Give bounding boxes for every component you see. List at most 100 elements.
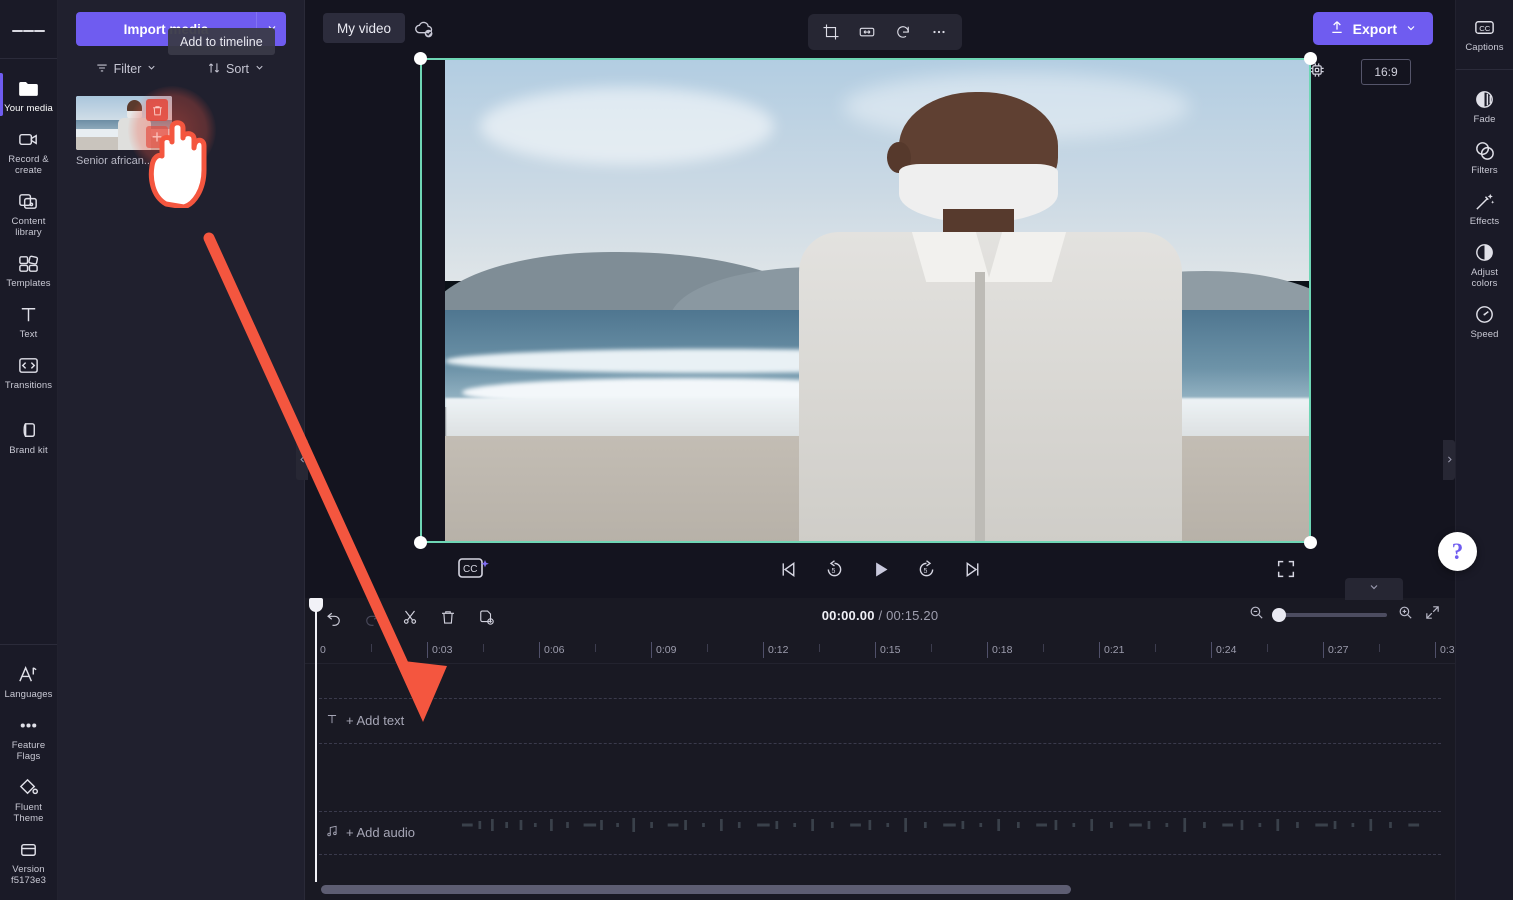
sidebar-item-text[interactable]: Text <box>0 295 58 346</box>
property-item-fade[interactable]: Fade <box>1456 80 1513 131</box>
video-preview[interactable] <box>414 52 1317 549</box>
ruler-tick-label: 0:27 <box>1328 644 1349 656</box>
sidebar-label-fluent-theme: Fluent Theme <box>13 802 44 824</box>
sidebar-label-record-create: Record & create <box>8 154 49 176</box>
transitions-icon <box>16 353 42 377</box>
forward-5-icon[interactable]: 5 <box>913 556 939 582</box>
rotate-icon[interactable] <box>888 18 918 46</box>
add-audio-button[interactable]: + Add audio <box>325 824 415 841</box>
ruler-tick-label: 0:09 <box>656 644 677 656</box>
media-panel-collapse-button[interactable] <box>296 440 308 480</box>
play-icon[interactable] <box>867 556 893 582</box>
playhead-knob[interactable] <box>309 598 323 612</box>
fit-width-icon[interactable] <box>852 18 882 46</box>
menu-icon[interactable] <box>11 14 46 48</box>
timeline-scrollbar-track[interactable] <box>313 885 1447 894</box>
rewind-5-icon[interactable]: 5 <box>821 556 847 582</box>
chevron-down-icon <box>254 62 265 76</box>
plus-icon[interactable]: + <box>146 126 168 148</box>
media-card[interactable]: + Senior african... <box>76 96 172 167</box>
ruler-tick-label: 0:18 <box>992 644 1013 656</box>
media-grid: + Senior african... <box>58 82 304 167</box>
scene-subject <box>791 91 1189 543</box>
add-text-label: + Add text <box>346 713 405 728</box>
property-item-effects[interactable]: Effects <box>1456 182 1513 233</box>
preview-stage: My video Export 16:9 CC 5 5 <box>305 0 1455 600</box>
project-title-tab[interactable]: My video <box>323 13 406 43</box>
ruler-tick <box>1435 642 1436 658</box>
zoom-in-icon[interactable] <box>1397 604 1414 626</box>
filter-button[interactable]: Filter <box>74 56 178 82</box>
playhead[interactable] <box>309 598 323 882</box>
audio-track[interactable]: + Add audio <box>305 811 1455 855</box>
sidebar-label-your-media: Your media <box>4 103 53 114</box>
zoom-slider-thumb[interactable] <box>1272 608 1286 622</box>
sidebar-item-feature-flags[interactable]: Feature Flags <box>0 706 58 768</box>
sidebar-item-content-library[interactable]: Content library <box>0 182 58 244</box>
sidebar-item-transitions[interactable]: Transitions <box>0 346 58 397</box>
ruler-tick-label: 0 <box>320 644 326 656</box>
right-panel-collapse-button[interactable] <box>1443 440 1455 480</box>
theme-drop-icon <box>16 775 42 799</box>
fit-timeline-icon[interactable] <box>1424 604 1441 626</box>
folder-icon <box>16 76 42 100</box>
stage-collapse-button[interactable] <box>1345 578 1403 600</box>
text-t-icon <box>325 712 339 729</box>
resize-handle-top-right[interactable] <box>1304 52 1317 65</box>
timeline-scrollbar-thumb[interactable] <box>321 885 1071 894</box>
fade-icon <box>1472 87 1498 111</box>
timeline-zoom-slider[interactable] <box>1272 608 1387 622</box>
player-controls-bar: CC 5 5 <box>305 548 1455 592</box>
property-item-captions[interactable]: CC Captions <box>1456 8 1513 59</box>
speedometer-icon <box>1472 302 1498 326</box>
property-item-speed[interactable]: Speed <box>1456 295 1513 346</box>
add-text-button[interactable]: + Add text <box>325 712 404 729</box>
preview-float-toolbar <box>808 14 962 50</box>
sort-button[interactable]: Sort <box>184 56 288 82</box>
sidebar-item-brand-kit[interactable]: Brand kit <box>0 411 58 462</box>
export-button[interactable]: Export <box>1312 12 1433 45</box>
sidebar-label-feature-flags: Feature Flags <box>11 740 46 762</box>
text-track[interactable]: + Add text <box>305 698 1455 744</box>
language-icon <box>16 662 42 686</box>
chevron-down-icon <box>1368 580 1380 598</box>
sidebar-label-version: Version f5173e3 <box>10 864 47 886</box>
aspect-ratio-badge[interactable]: 16:9 <box>1361 59 1411 85</box>
timeline-ruler[interactable]: 0 0:03 0:06 0:09 0:12 0:15 0:18 0:21 0:24 0:27 0:3 <box>305 636 1455 664</box>
trash-icon[interactable] <box>146 99 168 121</box>
skip-previous-icon[interactable] <box>775 556 801 582</box>
ruler-tick-minor <box>1155 644 1156 652</box>
property-item-filters[interactable]: Filters <box>1456 131 1513 182</box>
resize-handle-top-left[interactable] <box>414 52 427 65</box>
property-item-adjust-colors[interactable]: Adjust colors <box>1456 233 1513 295</box>
sidebar-item-templates[interactable]: Templates <box>0 244 58 295</box>
sidebar-item-fluent-theme[interactable]: Fluent Theme <box>0 768 58 830</box>
media-item-name: Senior african... <box>76 155 154 167</box>
ruler-tick <box>427 642 428 658</box>
sidebar-item-your-media[interactable]: Your media <box>0 69 58 120</box>
ruler-tick-minor <box>931 644 932 652</box>
ruler-tick-label: 0:03 <box>432 644 453 656</box>
zoom-out-icon[interactable] <box>1248 604 1265 626</box>
ruler-tick-minor <box>1043 644 1044 652</box>
sidebar-item-languages[interactable]: Languages <box>0 655 58 706</box>
help-button[interactable]: ? <box>1438 532 1477 571</box>
ruler-tick <box>763 642 764 658</box>
chevron-down-icon <box>146 62 157 76</box>
sidebar-label-text: Text <box>19 329 38 340</box>
property-label-fade: Fade <box>1473 114 1496 125</box>
skip-next-icon[interactable] <box>959 556 985 582</box>
sidebar-item-version[interactable]: Version f5173e3 <box>0 830 58 892</box>
sidebar-item-record-create[interactable]: Record & create <box>0 120 58 182</box>
crop-icon[interactable] <box>816 18 846 46</box>
add-to-timeline-tooltip: Add to timeline <box>168 28 275 55</box>
brand-kit-icon <box>16 418 42 442</box>
sort-label: Sort <box>226 62 249 76</box>
media-thumbnail[interactable]: + <box>76 96 172 150</box>
export-label: Export <box>1352 20 1397 37</box>
music-note-icon <box>325 824 339 841</box>
ellipsis-icon[interactable] <box>924 18 954 46</box>
ruler-tick-label: 0:24 <box>1216 644 1237 656</box>
chevron-down-icon <box>1405 21 1417 37</box>
fullscreen-icon[interactable] <box>1275 558 1297 580</box>
